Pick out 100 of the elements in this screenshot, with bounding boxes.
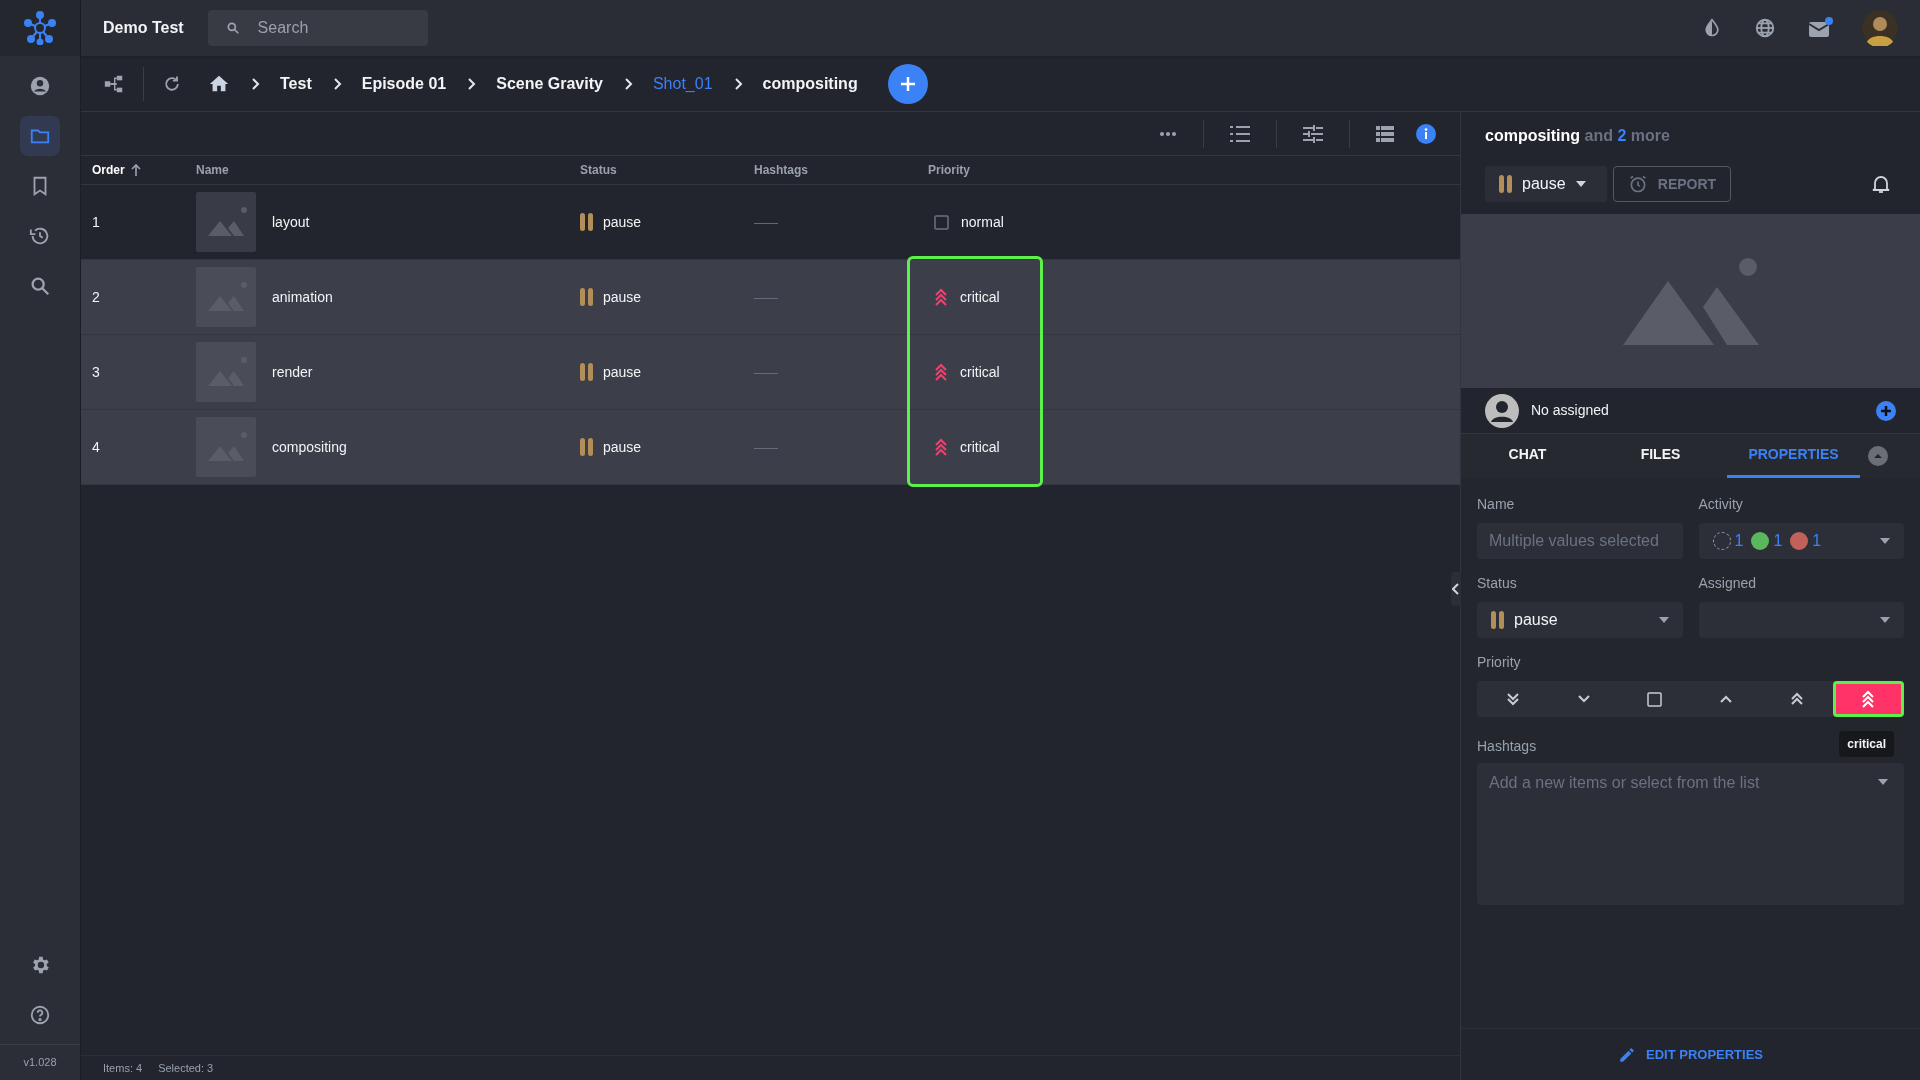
chevron-right-icon [468,77,477,90]
panel-tab[interactable]: CHAT [1461,434,1594,478]
globe-icon[interactable] [1754,17,1776,39]
sliders-icon[interactable] [1303,124,1323,143]
breadcrumb-link[interactable]: compositing [762,71,858,96]
order-number: 3 [92,363,100,380]
numbered-list-icon[interactable] [1230,124,1250,143]
selection-more-label: more [1630,127,1670,144]
double-chevron-down-icon [1505,692,1520,706]
plus-icon [898,74,917,93]
add-button[interactable] [887,63,928,104]
list-view-icon[interactable] [1376,125,1394,142]
field-label: Status [1477,574,1518,593]
add-assignee-icon[interactable] [1876,400,1896,421]
name-field[interactable]: Multiple values selected [1477,523,1683,559]
selection-title: compositing [1485,127,1581,144]
chevron-down-icon [1576,694,1591,704]
bell-icon[interactable] [1872,174,1890,194]
edit-properties-button[interactable]: EDIT PROPERTIES [1618,1044,1763,1065]
table-row[interactable]: 2 animation pause —— critical [81,260,1460,335]
table-row[interactable]: 3 render pause —— critical [81,335,1460,410]
pencil-icon [1618,1045,1636,1064]
collapse-handle[interactable] [1451,572,1461,606]
selection-and-label: and [1584,127,1613,144]
activity-dropdown[interactable]: 1 1 1 [1698,523,1904,559]
order-number: 2 [92,288,100,305]
info-icon[interactable] [1416,123,1436,144]
hashtags-cell: —— [754,290,778,305]
image-placeholder-icon [1622,257,1759,345]
task-name: render [272,362,313,382]
column-header[interactable]: Hashtags [754,161,809,179]
task-name: layout [272,212,310,232]
thumbnail-placeholder-icon [196,417,256,477]
status-label: pause [603,287,642,307]
pause-icon [1491,611,1504,629]
priority-label: normal [961,212,1004,232]
user-avatar-icon [1485,393,1519,428]
status-select[interactable]: pause [1477,602,1683,638]
breadcrumb-link[interactable]: Episode 01 [361,71,447,96]
breadcrumb-link[interactable]: Scene Gravity [496,71,603,96]
pause-icon [580,363,593,381]
table-row[interactable]: 4 compositing pause —— critical [81,410,1460,485]
activity-count: 1 [1812,531,1822,551]
hashtags-cell: —— [754,365,778,380]
caret-icon [1575,181,1586,187]
square-icon [1647,691,1663,707]
logo-icon[interactable] [23,11,57,45]
thumbnail-placeholder-icon [196,192,256,252]
alarm-clock-icon [1627,174,1648,194]
mail-icon[interactable] [1808,16,1834,40]
hashtags-cell: —— [754,215,778,230]
activity-count: 1 [1734,531,1744,551]
breadcrumb-link[interactable]: Shot_01 [652,71,713,96]
task-name: compositing [272,437,347,457]
chevron-up-icon [1719,694,1734,704]
field-label: Activity [1698,495,1744,514]
avatar-icon[interactable] [1862,10,1898,46]
hashtags-field[interactable]: Add a new items or select from the list [1477,763,1904,905]
status-dropdown[interactable]: pause [1485,166,1607,202]
chevron-right-icon [333,77,342,90]
priority-label: critical [960,362,1000,382]
column-header[interactable]: Order [92,161,125,179]
field-label: Priority [1477,653,1522,672]
selected-count: Selected: 3 [158,1060,214,1076]
profile-icon [29,75,51,97]
version-label: v1.028 [23,1055,57,1071]
sort-arrow-icon [130,164,141,176]
square-icon [934,214,949,230]
panel-tab[interactable]: FILES [1594,434,1727,478]
triple-chevron-up-icon [1861,690,1876,708]
search-icon [29,275,51,297]
chevron-left-icon [1452,583,1460,595]
priority-option[interactable] [1832,681,1904,717]
order-number: 1 [92,213,100,230]
thumbnail-placeholder-icon [196,267,256,327]
collapse-icon[interactable] [1868,446,1888,466]
status-label: pause [603,212,642,232]
theme-icon[interactable] [1702,18,1722,38]
field-label: Assigned [1698,574,1758,593]
search-icon [225,21,240,35]
hashtags-cell: —— [754,440,778,455]
field-label: Hashtags [1477,737,1537,756]
column-header[interactable]: Priority [928,161,970,179]
triple-chevron-up-icon [934,288,948,306]
column-header[interactable]: Status [580,161,617,179]
priority-label: critical [960,287,1000,307]
project-title: Demo Test [103,18,184,38]
order-number: 4 [92,438,100,455]
column-header[interactable]: Name [196,161,229,179]
caret-icon [1880,538,1890,544]
nav-button[interactable] [20,116,60,156]
activity-count: 1 [1773,531,1783,551]
priority-label: critical [960,437,1000,457]
task-name: animation [272,287,333,307]
search-field[interactable]: Search [207,10,428,46]
more-icon[interactable] [1159,130,1177,137]
field-label: Name [1477,495,1516,514]
history-icon [29,225,51,247]
help-icon[interactable] [29,1004,51,1026]
breadcrumb-link[interactable]: Test [280,71,312,96]
